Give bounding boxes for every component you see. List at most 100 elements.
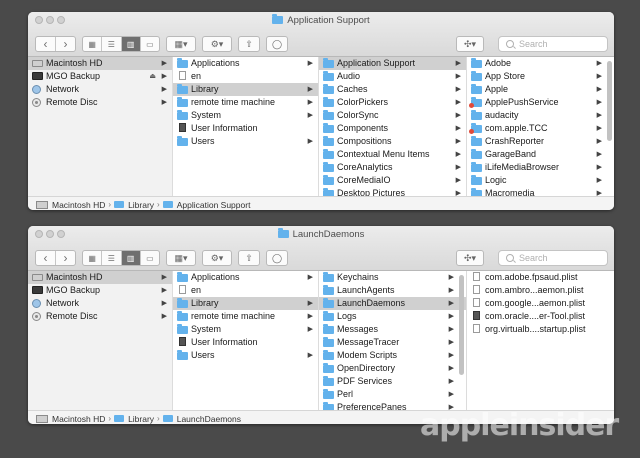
scrollbar[interactable]	[607, 61, 612, 141]
gallery-view-icon[interactable]: ▭	[141, 251, 159, 265]
icon-view-icon[interactable]: ▦	[83, 37, 103, 51]
list-item[interactable]: en	[173, 284, 318, 297]
chevron-right-icon: ▶	[596, 112, 602, 119]
sidebar-item-macintosh-hd[interactable]: Macintosh HD ▶	[28, 57, 172, 70]
list-item[interactable]: App Store ▶	[467, 70, 614, 83]
tag-button[interactable]: ◯	[266, 250, 288, 266]
icon-view-icon[interactable]: ▦	[83, 251, 103, 265]
list-item[interactable]: com.adobe.fpsaud.plist	[467, 271, 614, 284]
share-button[interactable]: ⇧	[238, 36, 260, 52]
list-item[interactable]: Users ▶	[173, 349, 318, 362]
list-item[interactable]: Keychains ▶	[319, 271, 466, 284]
list-item[interactable]: CoreMediaIO ▶	[319, 174, 466, 187]
path-item[interactable]: Application Support	[177, 200, 251, 210]
list-item[interactable]: Macromedia ▶	[467, 187, 614, 196]
column-view-icon[interactable]: ▥	[121, 251, 141, 265]
list-item[interactable]: ApplePushService ▶	[467, 96, 614, 109]
list-item[interactable]: Logic ▶	[467, 174, 614, 187]
list-item[interactable]: PDF Services ▶	[319, 375, 466, 388]
back-button[interactable]: ‹	[36, 251, 56, 265]
column-view-icon[interactable]: ▥	[121, 37, 141, 51]
list-item[interactable]: Modem Scripts ▶	[319, 349, 466, 362]
list-item[interactable]: Application Support ▶	[319, 57, 466, 70]
folder-icon	[323, 337, 334, 347]
sidebar-item-mgo-backup[interactable]: MGO Backup ⏏ ▶	[28, 70, 172, 83]
list-item[interactable]: Caches ▶	[319, 83, 466, 96]
list-item[interactable]: MessageTracer ▶	[319, 336, 466, 349]
window-title: LaunchDaemons	[28, 228, 614, 240]
disc-icon	[32, 98, 41, 107]
list-item[interactable]: ColorPickers ▶	[319, 96, 466, 109]
list-item[interactable]: Messages ▶	[319, 323, 466, 336]
gallery-view-icon[interactable]: ▭	[141, 37, 159, 51]
path-item[interactable]: Macintosh HD	[52, 414, 105, 424]
list-item[interactable]: com.oracle....er-Tool.plist	[467, 310, 614, 323]
back-button[interactable]: ‹	[36, 37, 56, 51]
list-item[interactable]: Audio ▶	[319, 70, 466, 83]
action-button[interactable]: ⚙▾	[202, 250, 232, 266]
arrange-button[interactable]: ▦▾	[166, 36, 196, 52]
sidebar-item-network[interactable]: Network ▶	[28, 297, 172, 310]
list-item[interactable]: remote time machine ▶	[173, 96, 318, 109]
list-item[interactable]: iLifeMediaBrowser ▶	[467, 161, 614, 174]
dropbox-button[interactable]: ✣ ▾	[456, 36, 484, 52]
list-item[interactable]: Logs ▶	[319, 310, 466, 323]
list-item[interactable]: org.virtualb....startup.plist	[467, 323, 614, 336]
list-item[interactable]: ColorSync ▶	[319, 109, 466, 122]
list-item[interactable]: Library ▶	[173, 297, 318, 310]
sidebar-item-mgo-backup[interactable]: MGO Backup ▶	[28, 284, 172, 297]
list-item[interactable]: Compositions ▶	[319, 135, 466, 148]
path-item[interactable]: Library	[128, 200, 154, 210]
list-item[interactable]: Apple ▶	[467, 83, 614, 96]
list-item[interactable]: com.google...aemon.plist	[467, 297, 614, 310]
list-item[interactable]: System ▶	[173, 323, 318, 336]
list-item[interactable]: User Information	[173, 122, 318, 135]
list-item[interactable]: LaunchAgents ▶	[319, 284, 466, 297]
list-item[interactable]: User Information	[173, 336, 318, 349]
path-item[interactable]: LaunchDaemons	[177, 414, 241, 424]
restricted-folder-icon	[469, 97, 482, 108]
list-view-icon[interactable]: ☰	[102, 37, 122, 51]
list-item[interactable]: Applications ▶	[173, 271, 318, 284]
list-item[interactable]: CoreAnalytics ▶	[319, 161, 466, 174]
list-item[interactable]: com.apple.TCC ▶	[467, 122, 614, 135]
search-input[interactable]: Search	[498, 250, 608, 266]
list-item[interactable]: System ▶	[173, 109, 318, 122]
list-item[interactable]: Applications ▶	[173, 57, 318, 70]
list-view-icon[interactable]: ☰	[102, 251, 122, 265]
scrollbar[interactable]	[459, 275, 464, 375]
forward-button[interactable]: ›	[56, 251, 75, 265]
share-button[interactable]: ⇧	[238, 250, 260, 266]
list-item[interactable]: Library ▶	[173, 83, 318, 96]
dropbox-button[interactable]: ✣ ▾	[456, 250, 484, 266]
action-button[interactable]: ⚙▾	[202, 36, 232, 52]
path-item[interactable]: Macintosh HD	[52, 200, 105, 210]
list-item[interactable]: LaunchDaemons ▶	[319, 297, 466, 310]
tag-button[interactable]: ◯	[266, 36, 288, 52]
list-item[interactable]: CrashReporter ▶	[467, 135, 614, 148]
list-item[interactable]: OpenDirectory ▶	[319, 362, 466, 375]
eject-icon[interactable]: ⏏	[149, 70, 156, 83]
forward-button[interactable]: ›	[56, 37, 75, 51]
list-item[interactable]: Perl ▶	[319, 388, 466, 401]
path-item[interactable]: Library	[128, 414, 154, 424]
list-item[interactable]: remote time machine ▶	[173, 310, 318, 323]
list-item[interactable]: Users ▶	[173, 135, 318, 148]
chevron-right-icon: ▶	[448, 300, 454, 307]
sidebar-item-network[interactable]: Network ▶	[28, 83, 172, 96]
sidebar-item-remote-disc[interactable]: Remote Disc ▶	[28, 96, 172, 109]
list-item[interactable]: GarageBand ▶	[467, 148, 614, 161]
sidebar-item-remote-disc[interactable]: Remote Disc ▶	[28, 310, 172, 323]
watermark: appleinsider	[420, 408, 619, 443]
list-item[interactable]: com.ambro...aemon.plist	[467, 284, 614, 297]
list-item[interactable]: Desktop Pictures ▶	[319, 187, 466, 196]
column-root: Applications ▶ en Library ▶ remote time ma…	[173, 271, 319, 410]
arrange-button[interactable]: ▦▾	[166, 250, 196, 266]
list-item[interactable]: en	[173, 70, 318, 83]
list-item[interactable]: Adobe ▶	[467, 57, 614, 70]
list-item[interactable]: Contextual Menu Items ▶	[319, 148, 466, 161]
search-input[interactable]: Search	[498, 36, 608, 52]
sidebar-item-macintosh-hd[interactable]: Macintosh HD ▶	[28, 271, 172, 284]
list-item[interactable]: audacity ▶	[467, 109, 614, 122]
list-item[interactable]: Components ▶	[319, 122, 466, 135]
